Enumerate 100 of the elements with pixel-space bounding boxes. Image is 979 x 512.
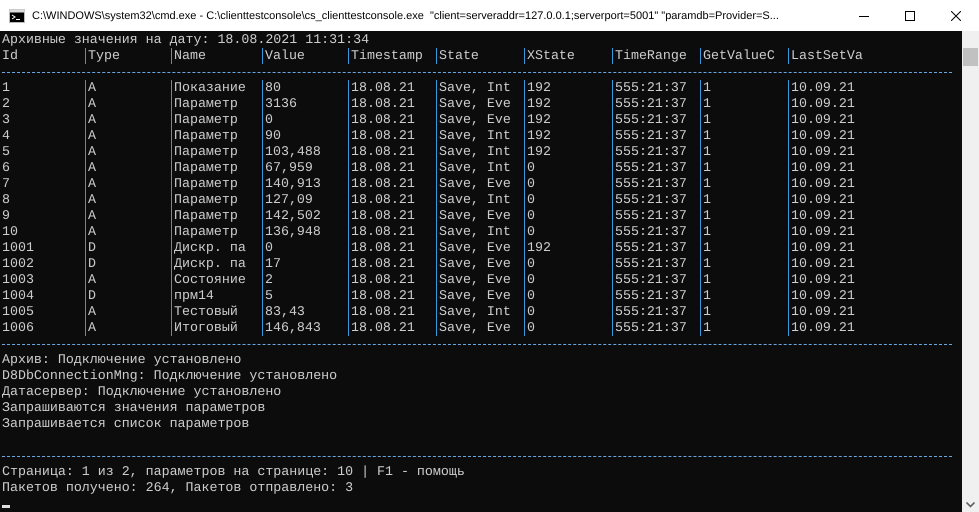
table-cell: 18.08.21 <box>348 208 436 224</box>
log-message: D8DbConnectionMng: Подключение установлено <box>2 368 338 384</box>
table-cell: Save, Eve <box>436 272 524 288</box>
table-cell: 18.08.21 <box>348 160 436 176</box>
table-cell: 555:21:37 <box>612 272 700 288</box>
table-cell: 555:21:37 <box>612 192 700 208</box>
table-cell: 0 <box>262 240 348 256</box>
table-cell: Save, Eve <box>436 256 524 272</box>
table-cell: 0 <box>524 256 612 272</box>
table-cell: D <box>85 256 171 272</box>
table-cell: 18.08.21 <box>348 288 436 304</box>
column-header: Timestamp <box>348 48 436 64</box>
table-cell: 1 <box>700 240 788 256</box>
table-cell: Save, Int <box>436 224 524 240</box>
table-cell: Параметр <box>171 112 262 128</box>
table-cell: Дискр. па <box>171 256 262 272</box>
table-cell: 90 <box>262 128 348 144</box>
table-cell: 192 <box>524 80 612 96</box>
table-cell: Save, Int <box>436 128 524 144</box>
table-cell: 555:21:37 <box>612 80 700 96</box>
table-cell: A <box>85 192 171 208</box>
table-cell: 555:21:37 <box>612 224 700 240</box>
table-cell: 18.08.21 <box>348 80 436 96</box>
table-cell: Параметр <box>171 96 262 112</box>
table-cell: A <box>85 112 171 128</box>
table-cell: 192 <box>524 112 612 128</box>
table-cell: 18.08.21 <box>348 304 436 320</box>
maximize-icon <box>905 10 915 20</box>
table-cell: Save, Eve <box>436 208 524 224</box>
table-cell: 1 <box>700 128 788 144</box>
column-header: State <box>436 48 524 64</box>
table-cell: 2 <box>262 272 348 288</box>
table-cell: A <box>85 80 171 96</box>
table-cell: Параметр <box>171 176 262 192</box>
table-cell: 192 <box>524 240 612 256</box>
table-cell: 1 <box>700 112 788 128</box>
table-cell: Показание <box>171 80 262 96</box>
table-cell: 18.08.21 <box>348 224 436 240</box>
table-cell: Save, Eve <box>436 288 524 304</box>
table-cell: 192 <box>524 144 612 160</box>
table-cell: 1 <box>700 256 788 272</box>
table-cell: A <box>85 128 171 144</box>
status-line: Страница: 1 из 2, параметров на странице: 10 | F1 - помощь <box>2 464 466 480</box>
table-cell: 1 <box>700 304 788 320</box>
table-cell: Save, Eve <box>436 112 524 128</box>
table-cell-text: 7 <box>2 176 11 192</box>
column-header: Type <box>85 48 171 64</box>
table-cell: A <box>85 320 171 336</box>
table-cell: Save, Int <box>436 160 524 176</box>
table-cell: A <box>85 224 171 240</box>
table-cell: 3136 <box>262 96 348 112</box>
table-cell: 18.08.21 <box>348 176 436 192</box>
table-cell: Save, Int <box>436 192 524 208</box>
table-cell: 5 <box>262 288 348 304</box>
table-cell: 0 <box>524 176 612 192</box>
column-header: XState <box>524 48 612 64</box>
table-cell: 18.08.21 <box>348 256 436 272</box>
table-cell: 0 <box>262 112 348 128</box>
table-cell: 0 <box>524 208 612 224</box>
table-cell: 0 <box>524 320 612 336</box>
table-cell: 136,948 <box>262 224 348 240</box>
table-cell: Save, Eve <box>436 320 524 336</box>
table-cell: Save, Eve <box>436 176 524 192</box>
table-cell-text: 10 <box>2 224 19 240</box>
table-cell: 0 <box>524 288 612 304</box>
table-cell: 80 <box>262 80 348 96</box>
chevron-down-icon[interactable] <box>966 502 975 508</box>
table-cell: 18.08.21 <box>348 272 436 288</box>
table-cell: 17 <box>262 256 348 272</box>
table-cell: A <box>85 208 171 224</box>
table-cell: 555:21:37 <box>612 256 700 272</box>
table-cell: 1 <box>700 272 788 288</box>
table-cell: 555:21:37 <box>612 96 700 112</box>
table-cell-text: 8 <box>2 192 11 208</box>
table-cell: 0 <box>524 160 612 176</box>
table-cell: Параметр <box>171 128 262 144</box>
table-cell-text: 1002 <box>2 256 35 272</box>
table-cell: Save, Eve <box>436 240 524 256</box>
table-cell: A <box>85 96 171 112</box>
table-cell: Тестовый <box>171 304 262 320</box>
table-cell: 18.08.21 <box>348 192 436 208</box>
scrollbar-thumb[interactable] <box>963 48 978 66</box>
status-line: Пакетов получено: 264, Пакетов отправлено: 3 <box>2 480 354 496</box>
table-cell: 555:21:37 <box>612 144 700 160</box>
column-header: TimeRange <box>612 48 700 64</box>
table-cell: D <box>85 240 171 256</box>
table-cell: 1 <box>700 192 788 208</box>
table-cell: 67,959 <box>262 160 348 176</box>
table-cell: Save, Int <box>436 80 524 96</box>
table-cell: 18.08.21 <box>348 320 436 336</box>
table-cell: 1 <box>700 144 788 160</box>
table-cell: D <box>85 288 171 304</box>
table-cell: 555:21:37 <box>612 304 700 320</box>
table-cell: 1 <box>700 320 788 336</box>
table-cell: 0 <box>524 304 612 320</box>
table-cell: Save, Int <box>436 144 524 160</box>
table-cell-text: 6 <box>2 160 11 176</box>
table-cell-text: 1001 <box>2 240 35 256</box>
table-cell: A <box>85 144 171 160</box>
table-cell: Save, Eve <box>436 96 524 112</box>
